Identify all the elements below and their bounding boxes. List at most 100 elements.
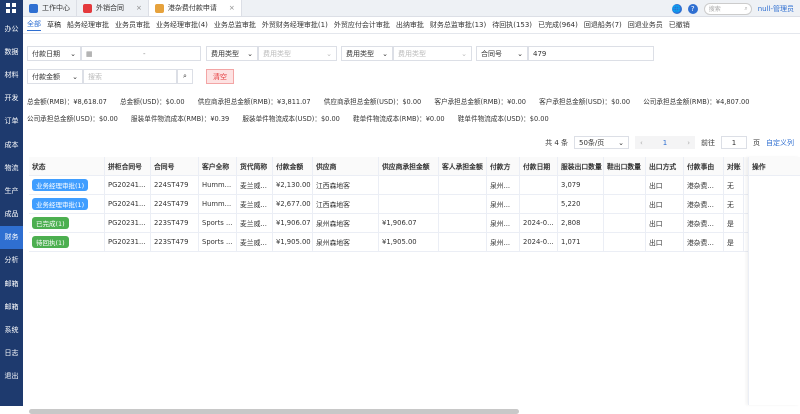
status-tab[interactable]: 已撤销 <box>669 20 690 30</box>
column-header[interactable]: 鞋出口数量 <box>604 157 646 175</box>
status-tab[interactable]: 回退业务员 <box>628 20 663 30</box>
sidebar-item[interactable]: 日志 <box>0 342 23 365</box>
sidebar-item[interactable]: 开发 <box>0 87 23 110</box>
contract-no-select[interactable]: 合同号 ⌄ <box>476 46 528 61</box>
column-header[interactable]: 供应商 <box>313 157 379 175</box>
status-badge[interactable]: 待回执(1) <box>32 236 69 248</box>
custom-columns-link[interactable]: 自定义列 <box>766 138 794 148</box>
table-cell: ¥2,130.00 <box>273 176 313 194</box>
sidebar-item[interactable]: 物流 <box>0 156 23 179</box>
help-icon[interactable]: ? <box>687 3 698 14</box>
fee-type-select-1[interactable]: 费用类型 ⌄ <box>206 46 258 61</box>
sidebar-item[interactable]: 订单 <box>0 110 23 133</box>
table-cell <box>439 214 487 232</box>
sidebar-item[interactable]: 财务 <box>0 225 23 249</box>
sidebar-item[interactable]: 材料 <box>0 63 23 86</box>
sidebar-item[interactable]: 邮箱 <box>0 272 23 295</box>
sidebar-item[interactable]: 邮箱 <box>0 295 23 318</box>
fee-type-select-2[interactable]: 费用类型 ⌄ <box>341 46 393 61</box>
tab-port-fee-payment[interactable]: 港杂费付款申请 × <box>148 0 242 16</box>
table-cell <box>520 176 558 194</box>
status-tab[interactable]: 已完成(964) <box>538 20 578 30</box>
status-tab[interactable]: 外贸应付会计审批 <box>334 20 390 30</box>
sidebar-item[interactable]: 退出 <box>0 365 23 388</box>
app-logo[interactable] <box>0 0 23 17</box>
close-icon[interactable]: × <box>229 4 235 12</box>
amount-search-input[interactable]: 搜索 <box>83 69 177 84</box>
next-page-icon[interactable]: › <box>687 139 690 147</box>
column-header[interactable]: 付款日期 <box>520 157 558 175</box>
column-header[interactable]: 出口方式 <box>646 157 684 175</box>
pay-amount-select[interactable]: 付款金额 ⌄ <box>27 69 83 84</box>
status-tab[interactable]: 出纳审批 <box>396 20 424 30</box>
column-header[interactable]: 货代简称 <box>237 157 273 175</box>
sidebar-item[interactable]: 系统 <box>0 318 23 341</box>
tab-work-center[interactable]: 工作中心 <box>23 0 77 16</box>
page-size-select[interactable]: 50条/页 ⌄ <box>574 136 629 149</box>
status-tab[interactable]: 回退船务(7) <box>584 20 622 30</box>
table-row[interactable]: 业务经理审批(1) PG20241... 224ST479 Humm... 麦兰威...… <box>29 195 799 214</box>
goto-page-input[interactable]: 1 <box>721 136 747 149</box>
status-tab[interactable]: 外贸财务经理审批(1) <box>262 20 328 30</box>
table-cell <box>604 195 646 213</box>
column-header[interactable]: 合同号 <box>151 157 199 175</box>
sidebar-item[interactable]: 分析 <box>0 249 23 272</box>
table-cell: Humm... <box>199 176 237 194</box>
status-tab[interactable]: 财务总监审批(13) <box>430 20 486 30</box>
table-cell <box>379 176 439 194</box>
chevron-down-icon: ⌄ <box>70 49 76 58</box>
status-tab[interactable]: 船务经理审批 <box>67 20 109 30</box>
sidebar-item[interactable]: 成品 <box>0 203 23 226</box>
column-header[interactable]: 客户全称 <box>199 157 237 175</box>
column-header[interactable]: 对账 <box>724 157 744 175</box>
column-header[interactable]: 状态 <box>29 157 105 175</box>
summary-line-1: 总金额(RMB)：¥8,618.07 总金额(USD)：$0.00 供应商承担总… <box>27 98 750 106</box>
status-tab[interactable]: 业务总监审批 <box>214 20 256 30</box>
fee-type-value-1[interactable]: 费用类型 ⌄ <box>258 46 337 61</box>
sidebar-item[interactable]: 生产 <box>0 179 23 202</box>
status-badge[interactable]: 已完成(1) <box>32 217 69 229</box>
close-icon[interactable]: × <box>136 4 142 12</box>
sidebar-item[interactable]: 数据 <box>0 40 23 63</box>
clear-button[interactable]: 清空 <box>206 69 234 84</box>
pay-date-range[interactable]: ▦ - <box>81 46 201 61</box>
table-row[interactable]: 业务经理审批(1) PG20241... 224ST479 Humm... 麦兰威...… <box>29 176 799 195</box>
status-badge[interactable]: 业务经理审批(1) <box>32 198 89 210</box>
sidebar-item[interactable]: 成本 <box>0 133 23 156</box>
current-page[interactable]: 1 <box>663 139 667 147</box>
column-header[interactable]: 拼柜合同号 <box>105 157 151 175</box>
status-tab[interactable]: 业务员审批 <box>115 20 150 30</box>
column-header[interactable]: 付款事由 <box>684 157 724 175</box>
status-tab[interactable]: 草稿 <box>47 20 61 30</box>
status-badge[interactable]: 业务经理审批(1) <box>32 179 89 191</box>
status-cell: 已完成(1) <box>29 214 105 232</box>
global-search-input[interactable]: 搜索 ⌕ <box>703 2 752 15</box>
sidebar-item[interactable]: 办公 <box>0 17 23 40</box>
column-header[interactable]: 供应商承担金额 <box>379 157 439 175</box>
table-cell: 出口 <box>646 195 684 213</box>
table-cell: 出口 <box>646 233 684 251</box>
status-cell: 待回执(1) <box>29 233 105 251</box>
prev-page-icon[interactable]: ‹ <box>640 139 643 147</box>
status-tab[interactable]: 全部 <box>27 19 41 31</box>
chevron-down-icon: ⌄ <box>382 49 388 58</box>
fee-type-value-2[interactable]: 费用类型 ⌄ <box>393 46 472 61</box>
table-row[interactable]: 已完成(1) PG20231... 223ST479 Sports ... 麦兰威...… <box>29 214 799 233</box>
column-header[interactable]: 付款方 <box>487 157 520 175</box>
payment-table: 状态 拼柜合同号 合同号 客户全称 货代简称 付款金额 供应商 供应商承担金额 客人承担金额 付款… <box>29 157 799 252</box>
column-header[interactable]: 服装出口数量 <box>558 157 604 175</box>
column-header[interactable]: 付款金额 <box>273 157 313 175</box>
table-cell: 港杂费... <box>684 176 724 194</box>
table-row[interactable]: 待回执(1) PG20231... 223ST479 Sports ... 麦兰威...… <box>29 233 799 252</box>
horizontal-scrollbar[interactable] <box>29 409 519 414</box>
table-cell: 224ST479 <box>151 195 199 213</box>
status-tab[interactable]: 业务经理审批(4) <box>156 20 208 30</box>
globe-icon[interactable]: 🌐 <box>671 3 682 14</box>
search-button[interactable]: ⌕ <box>177 69 193 84</box>
user-menu[interactable]: null-管理员 <box>758 4 794 14</box>
tab-export-contract[interactable]: 外销合同 × <box>77 0 149 16</box>
contract-no-input[interactable]: 479 <box>528 46 654 61</box>
column-header[interactable]: 客人承担金额 <box>439 157 487 175</box>
status-tab[interactable]: 待回执(153) <box>492 20 532 30</box>
pay-date-select[interactable]: 付款日期 ⌄ <box>27 46 81 61</box>
